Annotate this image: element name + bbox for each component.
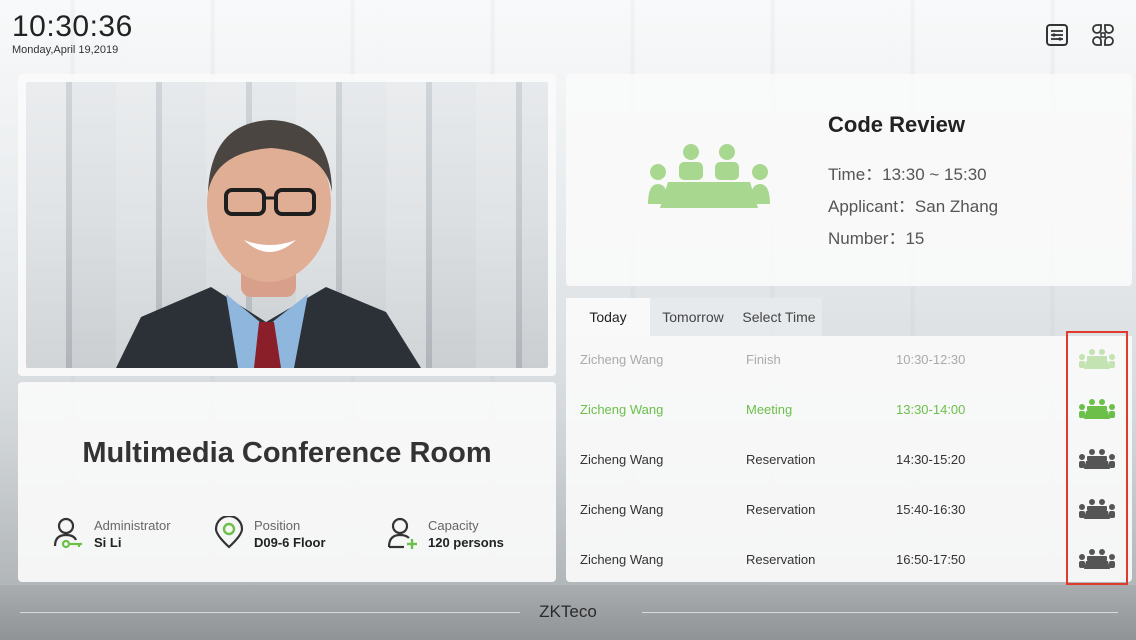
- schedule-time: 10:30-12:30: [896, 352, 966, 367]
- top-bar: 10:30:36 Monday,April 19,2019: [0, 0, 1136, 70]
- meeting-time: Time：13:30 ~ 15:30: [828, 165, 987, 184]
- grid-icon[interactable]: [1090, 22, 1116, 48]
- administrator-info: Administrator Si Li: [52, 514, 212, 554]
- list-icon[interactable]: [1044, 22, 1070, 48]
- meeting-table-icon: [648, 144, 770, 208]
- tab-today[interactable]: Today: [566, 298, 650, 336]
- meeting-title: Code Review: [828, 112, 965, 137]
- meeting-reserved-icon: [1079, 449, 1115, 469]
- schedule-row[interactable]: Zicheng Wang Meeting 13:30-14:00: [566, 386, 1132, 436]
- capacity-value: 120 persons: [428, 535, 504, 550]
- schedule-row[interactable]: Zicheng Wang Reservation 14:30-15:20: [566, 436, 1132, 486]
- schedule-row[interactable]: Zicheng Wang Finish 10:30-12:30: [566, 336, 1132, 386]
- schedule-time: 13:30-14:00: [896, 402, 966, 417]
- current-meeting-card: Code Review Time：13:30 ~ 15:30 Applicant…: [566, 74, 1132, 286]
- tab-tomorrow[interactable]: Tomorrow: [650, 298, 736, 336]
- meeting-applicant: Applicant：San Zhang: [828, 197, 999, 216]
- schedule-time: 14:30-15:20: [896, 452, 966, 467]
- capacity-info: Capacity 120 persons: [386, 514, 546, 554]
- brand-logo: ZKTeco: [539, 602, 597, 621]
- clock: 10:30:36: [12, 10, 133, 43]
- meeting-number: Number：15: [828, 229, 925, 248]
- position-label: Position: [254, 518, 301, 533]
- schedule-name: Zicheng Wang: [580, 402, 664, 417]
- date: Monday,April 19,2019: [12, 44, 119, 56]
- schedule-status: Reservation: [746, 552, 816, 567]
- meeting-finished-icon: [1079, 349, 1115, 369]
- person-add-icon: [387, 517, 417, 549]
- room-name: Multimedia Conference Room: [82, 437, 492, 469]
- schedule-tabs: Today Tomorrow Select Time: [566, 298, 826, 336]
- schedule-row[interactable]: Zicheng Wang Reservation 16:50-17:50: [566, 536, 1132, 586]
- schedule-name: Zicheng Wang: [580, 552, 664, 567]
- admin-key-icon: [53, 517, 82, 549]
- meeting-reserved-icon: [1079, 499, 1115, 519]
- schedule-status: Meeting: [746, 402, 793, 417]
- room-photo-card: [18, 74, 556, 376]
- room-info-card: Multimedia Conference Room Administrator…: [18, 382, 556, 582]
- schedule-name: Zicheng Wang: [580, 352, 664, 367]
- position-info: Position D09-6 Floor: [212, 514, 372, 554]
- location-pin-icon: [214, 516, 244, 549]
- meeting-active-icon: [1079, 399, 1115, 419]
- schedule-status: Finish: [746, 352, 781, 367]
- schedule-time: 16:50-17:50: [896, 552, 966, 567]
- schedule-list: Zicheng Wang Finish 10:30-12:30 Zicheng …: [566, 336, 1132, 582]
- schedule-status: Reservation: [746, 452, 816, 467]
- schedule-time: 15:40-16:30: [896, 502, 966, 517]
- capacity-label: Capacity: [428, 518, 479, 533]
- schedule-name: Zicheng Wang: [580, 452, 664, 467]
- schedule-name: Zicheng Wang: [580, 502, 664, 517]
- administrator-label: Administrator: [94, 518, 171, 533]
- meeting-reserved-icon: [1079, 549, 1115, 569]
- tab-select-time[interactable]: Select Time: [736, 298, 822, 336]
- position-value: D09-6 Floor: [254, 535, 326, 550]
- room-photo: [26, 82, 548, 368]
- schedule-row[interactable]: Zicheng Wang Reservation 15:40-16:30: [566, 486, 1132, 536]
- administrator-value: Si Li: [94, 535, 122, 550]
- schedule-status: Reservation: [746, 502, 816, 517]
